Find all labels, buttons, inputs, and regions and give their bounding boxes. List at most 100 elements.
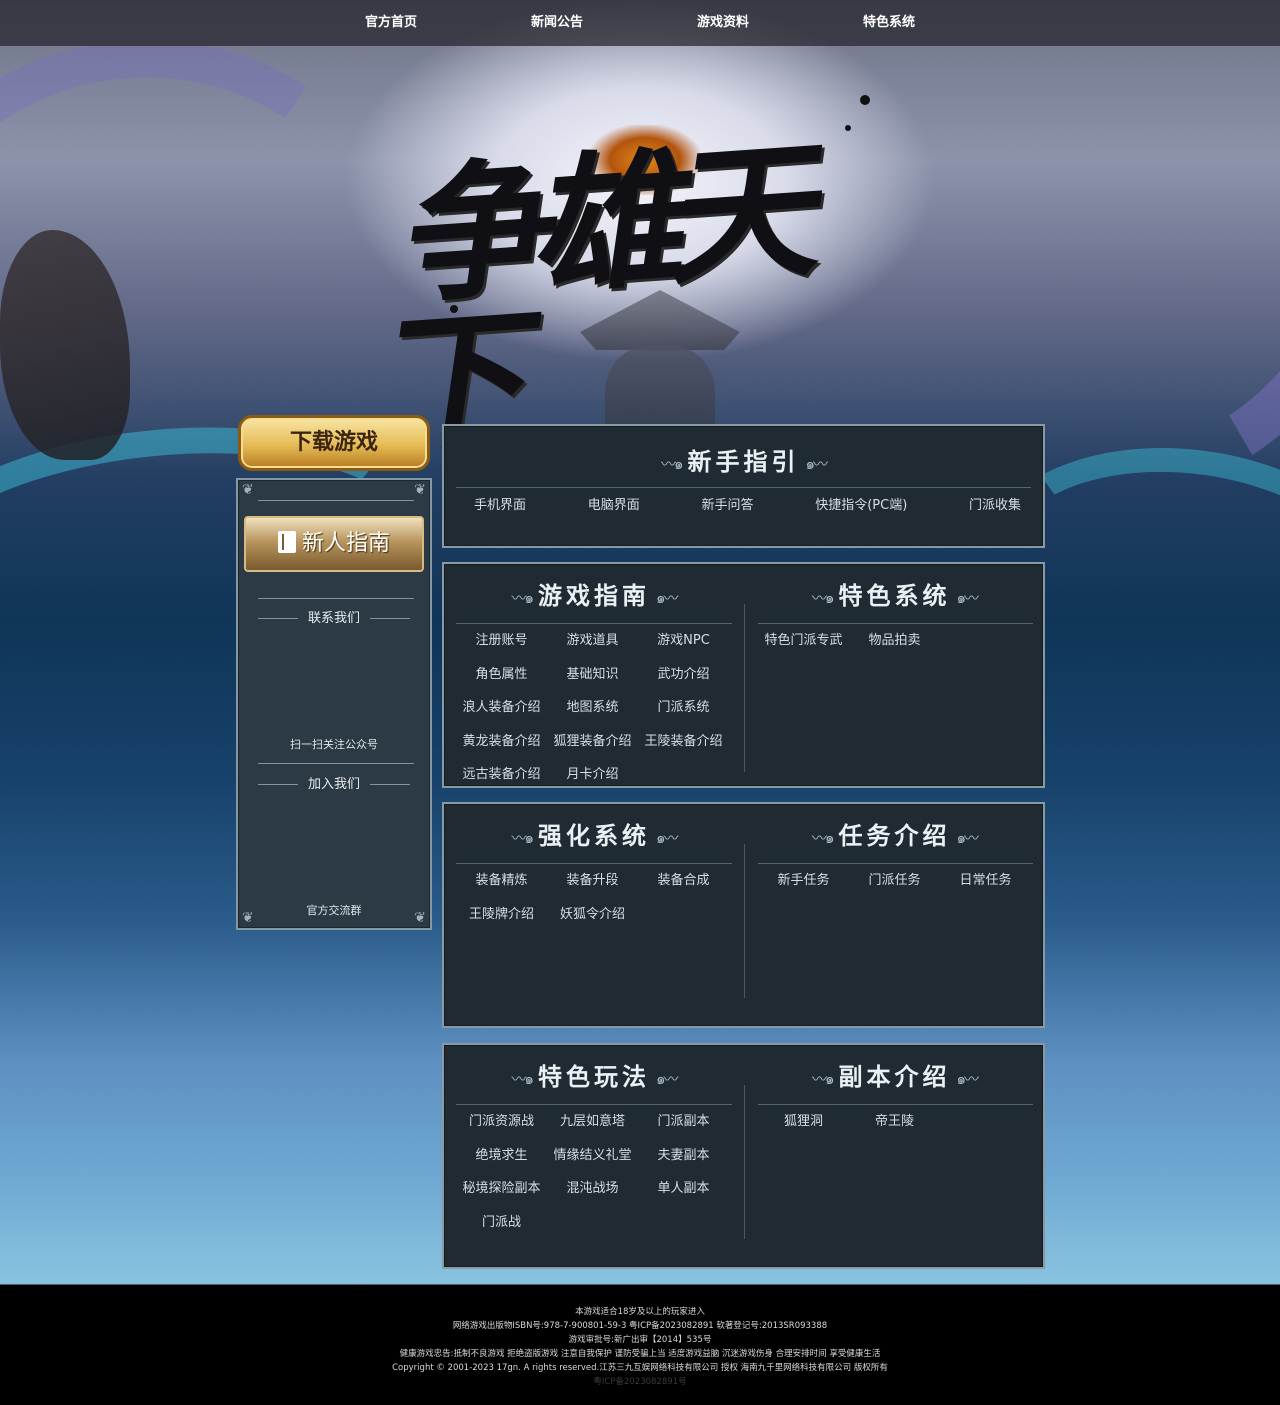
ornament-right-icon: ๑〰	[656, 588, 678, 607]
features-section: 〰๑ 特色系统 ๑〰 特色门派专武 物品拍卖	[746, 564, 1043, 658]
link-sect-collection[interactable]: 门派收集	[969, 494, 1021, 513]
background-rock	[0, 230, 130, 460]
newbie-guide-button[interactable]: 新人指南	[244, 516, 424, 572]
nav-home[interactable]: 官方首页	[308, 0, 474, 46]
link-pc-ui[interactable]: 电脑界面	[588, 494, 640, 513]
join-us-title: 加入我们	[238, 773, 430, 792]
link-item[interactable]: 游戏道具	[547, 624, 638, 658]
ornament-left-icon: 〰๑	[811, 1069, 834, 1088]
nav-news[interactable]: 新闻公告	[474, 0, 640, 46]
link-item[interactable]: 门派系统	[638, 691, 729, 725]
link-item[interactable]: 基础知识	[547, 658, 638, 692]
ornament-right-icon: ๑〰	[956, 588, 979, 607]
wechat-qr-caption: 扫一扫关注公众号	[290, 738, 378, 751]
panel-title: 〰๑ 强化系统 ๑〰	[511, 821, 678, 850]
link-item[interactable]: 情缘结义礼堂	[547, 1139, 638, 1173]
link-item[interactable]: 物品拍卖	[849, 624, 940, 658]
logo-text: 争雄天下	[373, 121, 822, 475]
features-links: 特色门派专武 物品拍卖	[746, 624, 1043, 658]
link-item[interactable]: 装备精炼	[456, 864, 547, 898]
ornament-left-icon: 〰๑	[511, 1069, 533, 1088]
column-divider	[744, 1085, 745, 1239]
link-item[interactable]: 日常任务	[940, 864, 1031, 898]
link-item[interactable]: 新手任务	[758, 864, 849, 898]
link-item[interactable]: 妖狐令介绍	[547, 898, 638, 932]
link-item[interactable]: 浪人装备介绍	[456, 691, 547, 725]
nav-game-info[interactable]: 游戏资料	[640, 0, 806, 46]
top-nav: 官方首页 新闻公告 游戏资料 特色系统	[0, 0, 1280, 46]
ornament-right-icon: ๑〰	[805, 454, 828, 473]
panel-title: 〰๑ 新手指引 ๑〰	[660, 447, 828, 476]
ornament-left-icon: 〰๑	[511, 588, 533, 607]
link-item[interactable]: 门派资源战	[456, 1105, 547, 1139]
ornament-left-icon: 〰๑	[511, 828, 533, 847]
link-item[interactable]: 角色属性	[456, 658, 547, 692]
link-item[interactable]: 黄龙装备介绍	[456, 725, 547, 759]
sidebar-panel: ❦ ❦ ❦ ❦ 新人指南 联系我们 扫一扫关注公众号 加入我们 官方交流群	[236, 478, 432, 930]
link-item[interactable]: 门派副本	[638, 1105, 729, 1139]
link-item[interactable]: 特色门派专武	[758, 624, 849, 658]
link-item[interactable]: 装备合成	[638, 864, 729, 898]
link-item[interactable]: 绝境求生	[456, 1139, 547, 1173]
footer-line: 网络游戏出版物ISBN号:978-7-900801-59-3 粤ICP备2023…	[452, 1321, 828, 1331]
corner-ornament-icon: ❦	[414, 482, 426, 498]
link-item[interactable]: 狐狸洞	[758, 1105, 849, 1139]
contact-us-title: 联系我们	[238, 607, 430, 626]
ornament-right-icon: ๑〰	[656, 1069, 678, 1088]
download-game-button[interactable]: 下载游戏	[238, 415, 430, 471]
link-item[interactable]: 门派任务	[849, 864, 940, 898]
link-item[interactable]: 秘境探险副本	[456, 1172, 547, 1206]
newbie-guide-panel: 〰๑ 新手指引 ๑〰 手机界面 电脑界面 新手问答 快捷指令(PC端) 门派收集	[442, 424, 1045, 548]
panel-title: 〰๑ 副本介绍 ๑〰	[811, 1062, 979, 1091]
link-item[interactable]: 月卡介绍	[547, 758, 638, 792]
footer-icp-link[interactable]: 粤ICP备2023082891号	[0, 1375, 1280, 1389]
gameplay-section: 〰๑ 特色玩法 ๑〰 门派资源战 九层如意塔 门派副本 绝境求生 情缘结义礼堂 夫妻…	[444, 1045, 744, 1239]
quests-links: 新手任务 门派任务 日常任务	[746, 864, 1043, 898]
divider	[258, 500, 414, 501]
gameplay-links: 门派资源战 九层如意塔 门派副本 绝境求生 情缘结义礼堂 夫妻副本 秘境探险副本…	[444, 1105, 744, 1239]
link-item[interactable]: 地图系统	[547, 691, 638, 725]
ornament-right-icon: ๑〰	[956, 828, 979, 847]
book-icon	[277, 531, 296, 553]
link-item[interactable]: 混沌战场	[547, 1172, 638, 1206]
group-qr-caption: 官方交流群	[306, 904, 362, 917]
link-item[interactable]: 帝王陵	[849, 1105, 940, 1139]
ornament-left-icon: 〰๑	[811, 588, 834, 607]
link-item[interactable]: 王陵装备介绍	[638, 725, 729, 759]
link-item[interactable]: 远古装备介绍	[456, 758, 547, 792]
game-guide-links: 注册账号 游戏道具 游戏NPC 角色属性 基础知识 武功介绍 浪人装备介绍 地图…	[444, 624, 744, 792]
link-item[interactable]: 门派战	[456, 1206, 547, 1240]
enhance-quests-panel: 〰๑ 强化系统 ๑〰 装备精炼 装备升段 装备合成 王陵牌介绍 妖狐令介绍 〰๑ 任务…	[442, 802, 1045, 1028]
footer-line: 游戏审批号:新广出审【2014】535号	[568, 1335, 712, 1345]
corner-ornament-icon: ❦	[242, 482, 254, 498]
ornament-left-icon: 〰๑	[660, 454, 683, 473]
enhance-section: 〰๑ 强化系统 ๑〰 装备精炼 装备升段 装备合成 王陵牌介绍 妖狐令介绍	[444, 804, 744, 931]
game-logo: 争雄天下	[374, 85, 890, 475]
link-item[interactable]: 注册账号	[456, 624, 547, 658]
panel-title: 〰๑ 特色玩法 ๑〰	[511, 1062, 678, 1091]
footer-line: 本游戏适合18岁及以上的玩家进入	[575, 1307, 705, 1317]
ornament-left-icon: 〰๑	[811, 828, 834, 847]
link-item[interactable]: 王陵牌介绍	[456, 898, 547, 932]
nav-features[interactable]: 特色系统	[806, 0, 972, 46]
panel-title: 〰๑ 任务介绍 ๑〰	[811, 821, 979, 850]
gameplay-dungeons-panel: 〰๑ 特色玩法 ๑〰 门派资源战 九层如意塔 门派副本 绝境求生 情缘结义礼堂 夫妻…	[442, 1043, 1045, 1269]
quests-section: 〰๑ 任务介绍 ๑〰 新手任务 门派任务 日常任务	[746, 804, 1043, 898]
link-item[interactable]: 狐狸装备介绍	[547, 725, 638, 759]
link-shortcuts-pc[interactable]: 快捷指令(PC端)	[815, 494, 907, 513]
game-guide-section: 〰๑ 游戏指南 ๑〰 注册账号 游戏道具 游戏NPC 角色属性 基础知识 武功介绍 …	[444, 564, 744, 792]
link-item[interactable]: 游戏NPC	[638, 624, 729, 658]
panel-title: 〰๑ 游戏指南 ๑〰	[511, 581, 678, 610]
link-item[interactable]: 武功介绍	[638, 658, 729, 692]
link-item[interactable]: 九层如意塔	[547, 1105, 638, 1139]
divider	[258, 598, 414, 599]
link-mobile-ui[interactable]: 手机界面	[474, 494, 526, 513]
link-item[interactable]: 夫妻副本	[638, 1139, 729, 1173]
link-item[interactable]: 单人副本	[638, 1172, 729, 1206]
newbie-links: 手机界面 电脑界面 新手问答 快捷指令(PC端) 门派收集	[444, 488, 1043, 513]
footer-line: 健康游戏忠告:抵制不良游戏 拒绝盗版游戏 注意自我保护 谨防受骗上当 适度游戏益…	[399, 1349, 881, 1359]
link-item[interactable]: 装备升段	[547, 864, 638, 898]
divider	[258, 763, 414, 764]
link-newbie-qa[interactable]: 新手问答	[701, 494, 753, 513]
column-divider	[744, 844, 745, 998]
